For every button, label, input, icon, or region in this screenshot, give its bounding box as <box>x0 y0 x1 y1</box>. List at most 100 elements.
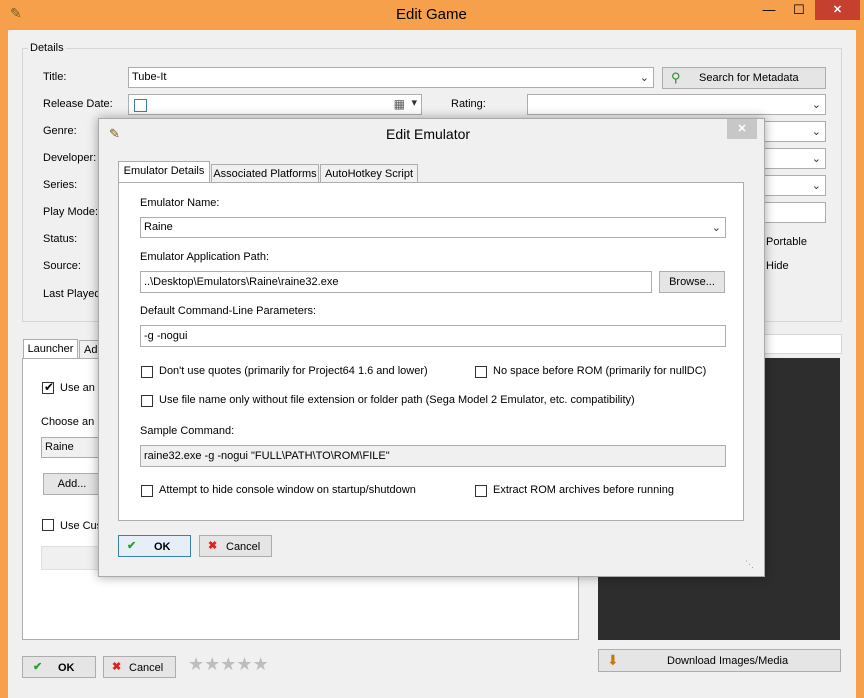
file-name-only-label: Use file name only without file extensio… <box>159 394 635 406</box>
tab-content-panel: Emulator Name: Raine ⌄ Emulator Applicat… <box>118 182 744 521</box>
dialog-title: Edit Emulator <box>386 126 471 142</box>
params-value: -g -nogui <box>144 330 188 342</box>
star-icon[interactable]: ★ <box>188 654 204 674</box>
no-space-label: No space before ROM (primarily for nullD… <box>493 365 707 377</box>
star-icon[interactable]: ★ <box>236 654 252 674</box>
chevron-down-icon: ⌄ <box>811 99 821 111</box>
series-label: Series: <box>43 179 78 191</box>
dialog-cancel-button[interactable]: ✖ Cancel <box>199 535 272 557</box>
use-emulator-label: Use an <box>60 382 95 394</box>
window-title: Edit Game <box>396 6 467 23</box>
add-emulator-button[interactable]: Add... <box>43 473 101 495</box>
dialog-cancel-label: Cancel <box>226 541 261 553</box>
ok-button[interactable]: ✔ OK <box>22 656 96 678</box>
use-emulator-checkbox[interactable] <box>42 380 54 394</box>
app-path-label: Emulator Application Path: <box>140 251 270 263</box>
pencil-icon: ✎ <box>109 126 120 141</box>
title-combo[interactable]: Tube-It ⌄ <box>128 67 654 88</box>
chevron-down-icon: ⌄ <box>811 153 821 165</box>
release-date-checkbox[interactable] <box>134 99 147 112</box>
tab-autohotkey-script[interactable]: AutoHotkey Script <box>320 164 418 183</box>
hide-console-checkbox[interactable] <box>141 485 153 497</box>
tab-emulator-details[interactable]: Emulator Details <box>118 161 210 183</box>
play-mode-field[interactable] <box>760 202 826 223</box>
search-icon: ⚲ <box>671 70 681 85</box>
download-media-label: Download Images/Media <box>667 655 789 667</box>
params-input[interactable]: -g -nogui <box>140 325 726 347</box>
resize-grip-icon[interactable]: ⋱ <box>745 559 754 570</box>
star-rating[interactable]: ★★★★★ <box>188 654 269 675</box>
no-space-checkbox[interactable] <box>475 366 487 378</box>
star-icon[interactable]: ★ <box>253 654 269 674</box>
emulator-name-combo[interactable]: Raine ⌄ <box>140 217 726 238</box>
star-icon[interactable]: ★ <box>220 654 236 674</box>
cancel-button[interactable]: ✖ Cancel <box>103 656 176 678</box>
chevron-down-icon: ▾ <box>411 97 417 109</box>
window-titlebar: ✎ Edit Game — ☐ ✕ <box>0 0 864 30</box>
genre-label: Genre: <box>43 125 77 137</box>
add-emulator-label: Add... <box>57 478 87 490</box>
status-label: Status: <box>43 233 78 245</box>
minimize-button[interactable]: — <box>756 2 782 22</box>
chevron-down-icon: ⌄ <box>811 126 821 138</box>
maximize-button[interactable]: ☐ <box>786 2 812 22</box>
chevron-down-icon: ⌄ <box>639 72 649 84</box>
download-icon: ⬇ <box>607 652 619 668</box>
download-media-button[interactable]: ⬇ Download Images/Media <box>598 649 841 672</box>
title-label: Title: <box>43 71 67 83</box>
no-quotes-checkbox[interactable] <box>141 366 153 378</box>
dialog-ok-label: OK <box>154 541 171 553</box>
tab-associated-platforms[interactable]: Associated Platforms <box>211 164 319 183</box>
use-custom-checkbox[interactable] <box>42 519 54 531</box>
tab-emulator-details-label: Emulator Details <box>123 165 205 177</box>
custom-command-field[interactable] <box>41 546 103 570</box>
developer-label: Developer: <box>43 152 97 164</box>
tab-additional-label: Ad <box>84 344 98 356</box>
calendar-icon[interactable]: ▦ <box>394 97 405 111</box>
rating-combo[interactable]: ⌄ <box>527 94 826 115</box>
last-played-label: Last Played <box>43 288 101 300</box>
release-date-picker[interactable]: ▦ ▾ <box>128 94 422 115</box>
emulator-combo[interactable]: Raine <box>41 437 101 458</box>
file-name-only-checkbox[interactable] <box>141 395 153 407</box>
choose-emulator-label: Choose an E <box>41 416 105 428</box>
extract-rom-checkbox[interactable] <box>475 485 487 497</box>
title-value: Tube-It <box>132 71 167 83</box>
hide-label: Hide <box>766 260 789 272</box>
search-metadata-label: Search for Metadata <box>699 72 799 84</box>
chevron-down-icon: ⌄ <box>811 180 821 192</box>
extract-rom-label: Extract ROM archives before running <box>493 484 674 496</box>
x-icon: ✖ <box>208 540 218 552</box>
portable-label: Portable <box>766 236 807 248</box>
source-label: Source: <box>43 260 81 272</box>
no-quotes-label: Don't use quotes (primarily for Project6… <box>159 365 428 377</box>
search-metadata-button[interactable]: ⚲ Search for Metadata <box>662 67 826 89</box>
tab-associated-platforms-label: Associated Platforms <box>213 168 317 180</box>
hide-console-label: Attempt to hide console window on startu… <box>159 484 416 496</box>
rating-label: Rating: <box>451 98 486 110</box>
genre-combo[interactable]: ⌄ <box>760 121 826 142</box>
chevron-down-icon: ⌄ <box>711 222 721 234</box>
sample-command-field: raine32.exe -g -nogui "FULL\PATH\TO\ROM\… <box>140 445 726 467</box>
cancel-label: Cancel <box>129 662 164 674</box>
ok-label: OK <box>58 662 75 674</box>
use-custom-label: Use Cus <box>60 520 103 532</box>
emulator-combo-value: Raine <box>45 441 74 453</box>
tab-launcher[interactable]: Launcher <box>23 339 78 359</box>
sample-command-value: raine32.exe -g -nogui "FULL\PATH\TO\ROM\… <box>144 450 390 462</box>
dialog-close-button[interactable]: ✕ <box>727 119 757 139</box>
play-mode-label: Play Mode: <box>43 206 99 218</box>
browse-button[interactable]: Browse... <box>659 271 725 293</box>
params-label: Default Command-Line Parameters: <box>140 305 317 317</box>
checkmark-icon: ✔ <box>33 661 43 673</box>
dialog-ok-button[interactable]: ✔ OK <box>118 535 191 557</box>
app-path-input[interactable]: ..\Desktop\Emulators\Raine\raine32.exe <box>140 271 652 293</box>
developer-combo[interactable]: ⌄ <box>760 148 826 169</box>
close-button[interactable]: ✕ <box>815 0 860 20</box>
series-combo[interactable]: ⌄ <box>760 175 826 196</box>
checkmark-icon: ✔ <box>127 540 137 552</box>
app-path-value: ..\Desktop\Emulators\Raine\raine32.exe <box>144 276 339 288</box>
star-icon[interactable]: ★ <box>204 654 220 674</box>
tab-launcher-label: Launcher <box>27 343 74 355</box>
sample-command-label: Sample Command: <box>140 425 235 437</box>
